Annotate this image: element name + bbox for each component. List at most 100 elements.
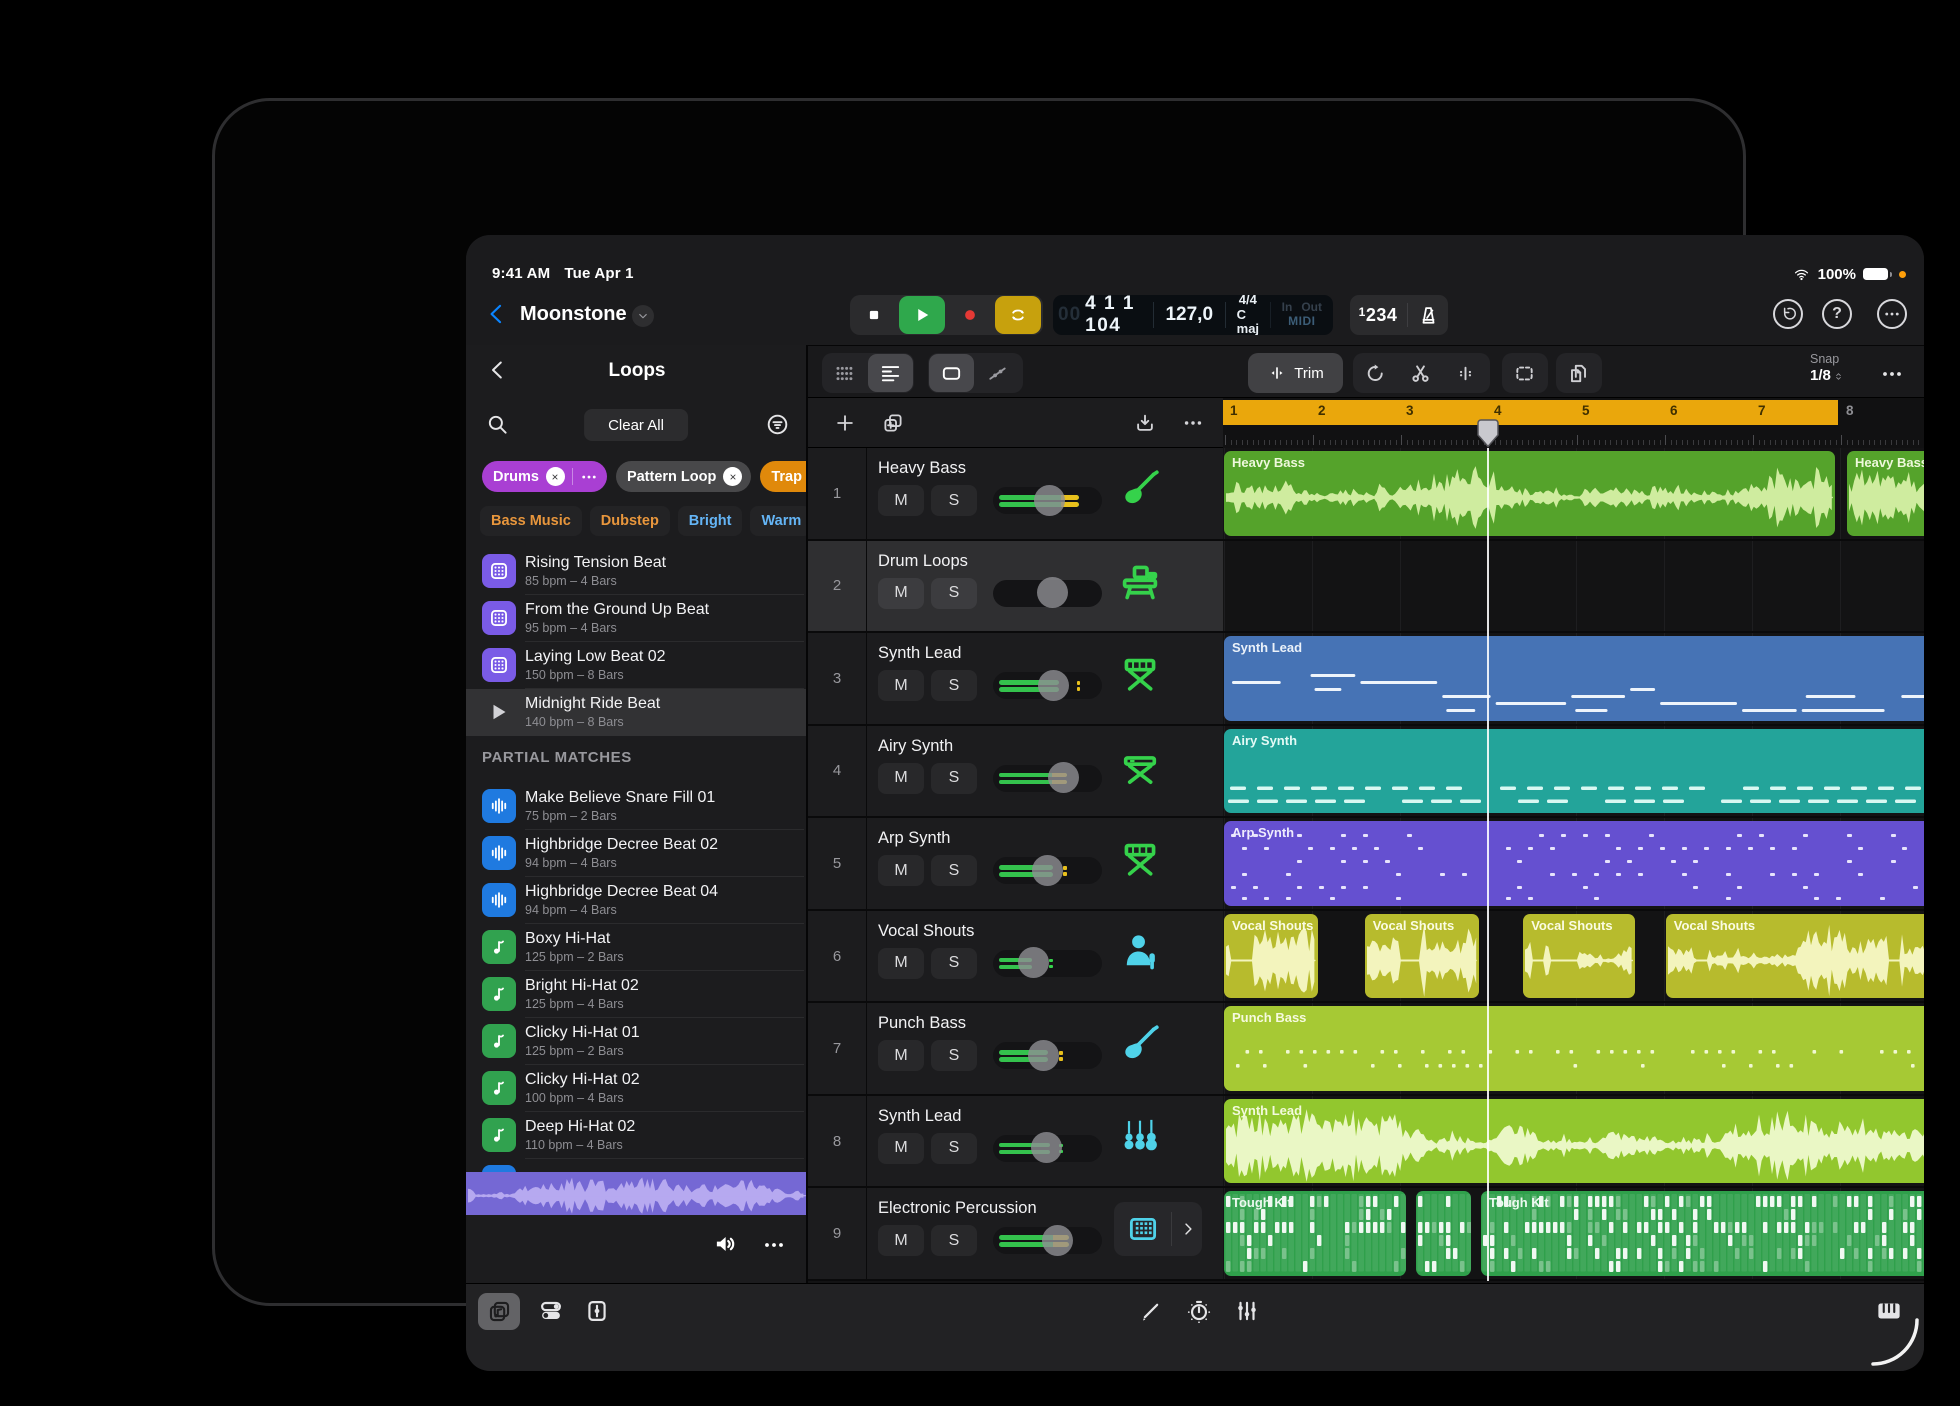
track-header-7[interactable]: 7Punch BassMS: [808, 1003, 1223, 1096]
solo-button[interactable]: S: [931, 948, 977, 979]
loop-tool-button[interactable]: [1353, 353, 1398, 393]
track-header-9[interactable]: 9Electronic PercussionMS: [808, 1188, 1223, 1281]
import-track-button[interactable]: [1134, 412, 1156, 434]
project-chevron-down-icon[interactable]: [632, 305, 654, 327]
loop-list-item[interactable]: Highbridge Decree Beat 0494 bpm – 4 Bars: [466, 877, 808, 924]
track-header-3[interactable]: 3Synth LeadMS: [808, 633, 1223, 726]
region-punch-bass[interactable]: Punch Bass: [1224, 1006, 1924, 1091]
volume-slider[interactable]: [993, 1227, 1102, 1254]
volume-slider[interactable]: [993, 580, 1102, 607]
more-options-button[interactable]: [1877, 299, 1907, 329]
solo-button[interactable]: S: [931, 578, 977, 609]
project-title[interactable]: Moonstone: [520, 303, 627, 326]
region-vocal-shouts[interactable]: Vocal Shouts: [1365, 914, 1479, 999]
play-button[interactable]: [899, 296, 945, 334]
volume-knob[interactable]: [1048, 762, 1079, 793]
volume-slider[interactable]: [993, 857, 1102, 884]
fader-panel-button[interactable]: [584, 1298, 610, 1324]
quick-controls-button[interactable]: [538, 1298, 564, 1324]
region-tough-kit[interactable]: Tough Kit: [1481, 1191, 1924, 1276]
instrument-icon-group[interactable]: [1114, 1202, 1202, 1256]
loops-browser-toggle-button[interactable]: [478, 1293, 520, 1330]
mute-button[interactable]: M: [878, 670, 924, 701]
expand-chevron-icon[interactable]: [1179, 1220, 1197, 1238]
stop-button[interactable]: [850, 295, 898, 335]
cycle-button[interactable]: [995, 296, 1041, 334]
region-arp-synth[interactable]: Arp Synth: [1224, 821, 1924, 906]
volume-knob[interactable]: [1038, 670, 1069, 701]
mute-button[interactable]: M: [878, 1133, 924, 1164]
marquee-tool-button[interactable]: [1502, 353, 1547, 393]
instrument-drum-machine-icon[interactable]: [1118, 559, 1162, 603]
tracks-view-button[interactable]: [868, 354, 913, 392]
record-button[interactable]: [946, 295, 994, 335]
loop-list-item[interactable]: Midnight Ride Beat140 bpm – 8 Bars: [466, 689, 808, 736]
instrument-singer-icon[interactable]: [1118, 929, 1162, 973]
timeline-ruler[interactable]: 12345678: [1223, 398, 1924, 448]
undo-button[interactable]: [1773, 299, 1803, 329]
region-heavy-bass[interactable]: Heavy Bass: [1224, 451, 1835, 536]
region-heavy-bass[interactable]: Heavy Bass: [1847, 451, 1924, 536]
track-header-8[interactable]: 8Synth LeadMS: [808, 1096, 1223, 1189]
volume-knob[interactable]: [1031, 1132, 1062, 1163]
track-header-more-button[interactable]: [1182, 412, 1204, 434]
solo-button[interactable]: S: [931, 1040, 977, 1071]
region-vocal-shouts[interactable]: Vocal Shouts: [1224, 914, 1318, 999]
back-chevron-icon[interactable]: [484, 301, 510, 327]
region-tough-kit[interactable]: Tough Kit: [1224, 1191, 1406, 1276]
region-segment[interactable]: [1416, 1191, 1471, 1276]
arrangement-lanes[interactable]: Heavy BassHeavy BassSynth LeadAiry Synth…: [1223, 448, 1924, 1281]
volume-slider[interactable]: [993, 1042, 1102, 1069]
pencil-tool-button[interactable]: [1138, 1298, 1164, 1324]
loop-list-item[interactable]: Highbridge Decree Beat 0294 bpm – 4 Bars: [466, 830, 808, 877]
mute-button[interactable]: M: [878, 1225, 924, 1256]
track-header-4[interactable]: 4Airy SynthMS: [808, 726, 1223, 819]
solo-button[interactable]: S: [931, 1225, 977, 1256]
mute-button[interactable]: M: [878, 948, 924, 979]
volume-slider[interactable]: [993, 1135, 1102, 1162]
region-synth-lead[interactable]: Synth Lead: [1224, 1099, 1924, 1184]
automation-tool-button[interactable]: [975, 353, 1020, 393]
loop-list-item[interactable]: Rising Tension Beat85 bpm – 4 Bars: [466, 548, 808, 595]
volume-slider[interactable]: [993, 672, 1102, 699]
volume-knob[interactable]: [1037, 577, 1068, 608]
snap-control[interactable]: Snap 1/8: [1810, 352, 1843, 385]
region-vocal-shouts[interactable]: Vocal Shouts: [1523, 914, 1635, 999]
solo-button[interactable]: S: [931, 485, 977, 516]
playhead-pin[interactable]: [1477, 419, 1499, 448]
split-tool-button[interactable]: [1398, 353, 1443, 393]
mute-button[interactable]: M: [878, 578, 924, 609]
solo-button[interactable]: S: [931, 763, 977, 794]
track-header-2[interactable]: 2Drum LoopsMS: [808, 541, 1223, 634]
lcd-display[interactable]: 00 4 1 1 104 127,0 4/4 C maj InOut MIDI: [1053, 295, 1333, 335]
track-header-5[interactable]: 5Arp SynthMS: [808, 818, 1223, 911]
gain-tool-button[interactable]: [1443, 353, 1488, 393]
loop-list-item[interactable]: Laying Low Beat 02150 bpm – 8 Bars: [466, 642, 808, 689]
volume-knob[interactable]: [1028, 1040, 1059, 1071]
volume-knob[interactable]: [1042, 1225, 1073, 1256]
track-header-6[interactable]: 6Vocal ShoutsMS: [808, 911, 1223, 1004]
loop-list-item[interactable]: Deep Hi-Hat 02110 bpm – 4 Bars: [466, 1112, 808, 1159]
cycle-range-band[interactable]: [1223, 400, 1838, 425]
track-header-1[interactable]: 1Heavy BassMS: [808, 448, 1223, 541]
volume-slider[interactable]: [993, 950, 1102, 977]
loop-list-item[interactable]: Clicky Hi-Hat 01125 bpm – 2 Bars: [466, 1018, 808, 1065]
mute-button[interactable]: M: [878, 1040, 924, 1071]
instrument-keyboard-flat-icon[interactable]: [1118, 744, 1162, 788]
loop-list-item[interactable]: From the Ground Up Beat95 bpm – 4 Bars: [466, 595, 808, 642]
volume-slider[interactable]: [993, 487, 1102, 514]
duplicate-track-button[interactable]: [882, 412, 904, 434]
region-vocal-shouts[interactable]: Vocal Shouts: [1666, 914, 1924, 999]
solo-button[interactable]: S: [931, 1133, 977, 1164]
trim-tool-button[interactable]: Trim: [1248, 353, 1343, 393]
mixer-button[interactable]: [1234, 1298, 1260, 1324]
mute-button[interactable]: M: [878, 485, 924, 516]
tuner-dial-button[interactable]: [1186, 1298, 1212, 1324]
loop-list-item[interactable]: Bright Hi-Hat 02125 bpm – 4 Bars: [466, 971, 808, 1018]
volume-knob[interactable]: [1034, 485, 1065, 516]
volume-knob[interactable]: [1032, 855, 1063, 886]
solo-button[interactable]: S: [931, 670, 977, 701]
loop-list-item[interactable]: Boxy Hi-Hat125 bpm – 2 Bars: [466, 924, 808, 971]
instrument-keyboard-stand-icon[interactable]: [1118, 651, 1162, 695]
toolbar-more-button[interactable]: [1880, 362, 1904, 386]
